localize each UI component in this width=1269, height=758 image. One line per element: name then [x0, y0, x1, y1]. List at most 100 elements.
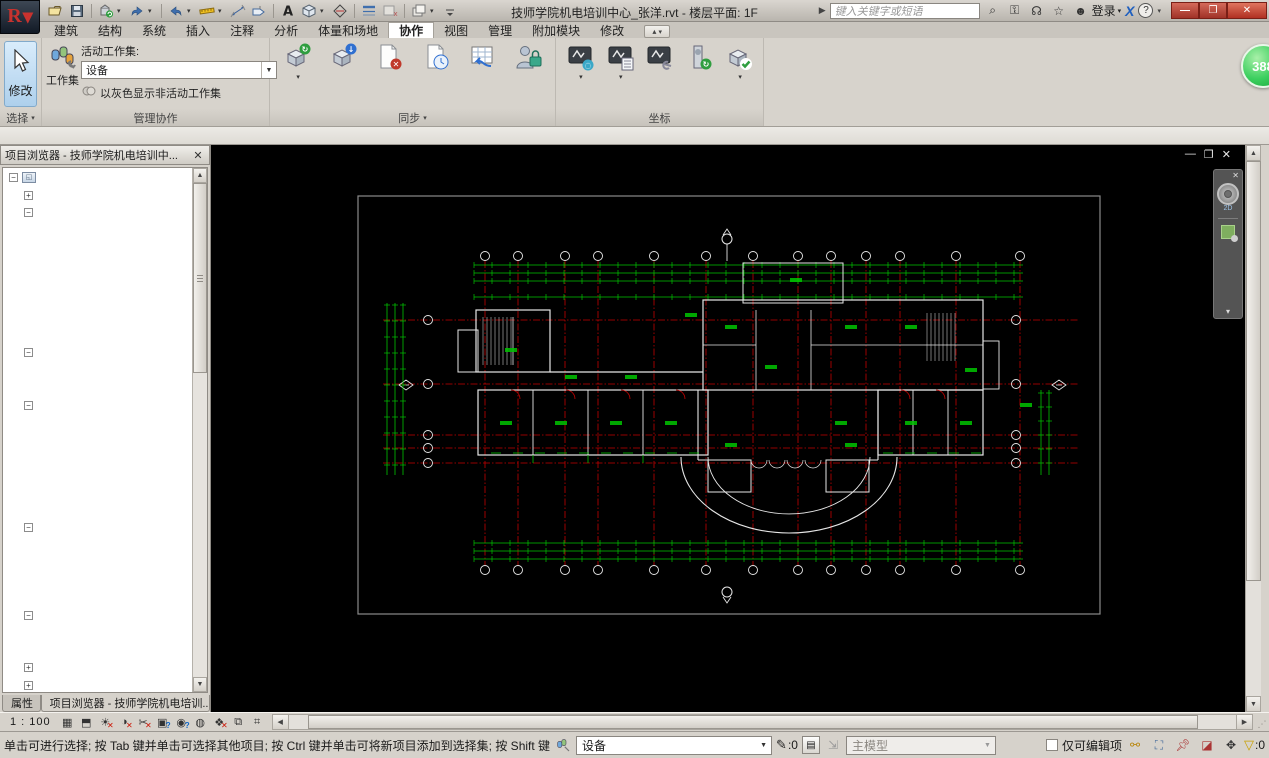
collapse-icon[interactable]: − — [9, 173, 18, 183]
browser-tree-item[interactable] — [3, 239, 192, 257]
browser-tree-item[interactable] — [3, 379, 192, 397]
browser-tree-item[interactable] — [3, 589, 192, 607]
select-underlay-icon[interactable]: ⛶ — [1150, 736, 1168, 754]
checkbox-icon[interactable] — [1045, 739, 1058, 751]
sync-central-button[interactable]: ↻ ▾ — [274, 41, 320, 81]
close-inactive-views-icon[interactable]: x — [380, 2, 400, 20]
redo-icon[interactable] — [166, 2, 186, 20]
select-pinned-icon[interactable]: 📌︎ — [1174, 736, 1192, 754]
worksharing-dialog-icon[interactable]: ▤ — [801, 736, 820, 754]
browser-tree-item[interactable]: + — [3, 659, 192, 677]
coordination-host-button[interactable]: ↻ — [679, 41, 719, 75]
browser-tree-item[interactable]: − — [3, 519, 192, 537]
view-scale-button[interactable]: 1 : 100 — [0, 716, 59, 728]
browser-tree-item[interactable] — [3, 222, 192, 240]
drawing-area[interactable]: — ❐ ✕ ✕ 2D ▾ — [211, 145, 1245, 712]
coordination-settings-button[interactable] — [640, 41, 680, 75]
shadows-off-icon[interactable]: ◑ ✕ — [116, 714, 133, 730]
view-minimize-icon[interactable]: — — [1185, 148, 1196, 161]
vertical-scrollbar[interactable]: ▲ ▼ — [1245, 145, 1261, 712]
project-browser-titlebar[interactable]: 项目浏览器 - 技师学院机电培训中... ✕ — [0, 145, 210, 165]
navbar-more-icon[interactable]: ▾ — [1226, 307, 1230, 318]
collapse-icon[interactable]: − — [24, 610, 33, 620]
section-icon[interactable] — [330, 2, 350, 20]
interference-check-button[interactable]: ▾ — [719, 41, 759, 81]
temporary-view-properties-icon[interactable]: ⧉ — [230, 714, 247, 730]
scroll-down-icon[interactable]: ▼ — [1246, 696, 1261, 712]
browser-tree-item[interactable]: + — [3, 187, 192, 205]
communication-center-icon[interactable]: ☊ — [1028, 3, 1046, 19]
tab-分析[interactable]: 分析 — [264, 22, 308, 38]
scroll-down-icon[interactable]: ▼ — [193, 677, 207, 692]
measure-icon[interactable] — [197, 2, 217, 20]
select-by-face-icon[interactable]: ◪ — [1198, 736, 1216, 754]
project-browser-scrollbar[interactable]: ▲ ▼ — [192, 168, 207, 692]
reload-latest-button[interactable]: ↓ — [320, 41, 366, 75]
browser-tree-item[interactable] — [3, 414, 192, 432]
restore-backup-button[interactable] — [459, 41, 505, 75]
project-browser-close-icon[interactable]: ✕ — [191, 149, 205, 162]
active-workset-select[interactable]: 设备 ▼ — [81, 61, 277, 79]
close-button[interactable]: ✕ — [1227, 2, 1267, 19]
scroll-up-icon[interactable]: ▲ — [193, 168, 207, 183]
search-icon[interactable]: ⌕ — [984, 3, 1002, 19]
tab-管理[interactable]: 管理 — [478, 22, 522, 38]
tab-协作[interactable]: 协作 — [388, 22, 435, 38]
browser-tree-item[interactable] — [3, 309, 192, 327]
tab-建筑[interactable]: 建筑 — [44, 22, 88, 38]
horizontal-scrollbar[interactable]: ◀ ▶ — [271, 714, 1253, 730]
restore-button[interactable]: ❐ — [1199, 2, 1227, 19]
browser-tree-item[interactable] — [3, 274, 192, 292]
tab-体量和场地[interactable]: 体量和场地 — [308, 22, 388, 38]
select-panel-label[interactable]: 选择 ▾ — [0, 109, 41, 126]
crop-view-off-icon[interactable]: ✂ ✕ — [135, 714, 152, 730]
browser-tree-item[interactable] — [3, 292, 192, 310]
browser-tree-item[interactable]: − ◱ — [3, 169, 192, 187]
browser-tree-item[interactable] — [3, 362, 192, 380]
browser-tree-item[interactable] — [3, 572, 192, 590]
collapse-icon[interactable]: − — [24, 400, 33, 410]
collapse-icon[interactable]: − — [24, 208, 33, 218]
gray-inactive-worksets-button[interactable]: 以灰色显示非活动工作集 — [81, 83, 277, 102]
design-options-select[interactable]: 主模型 ▼ — [845, 735, 996, 755]
default-3d-view-icon[interactable] — [299, 2, 319, 20]
relinquish-all-button[interactable]: ✕ — [366, 41, 412, 75]
editable-only-checkbox[interactable]: 仅可编辑项 — [1045, 737, 1122, 754]
tab-注释[interactable]: 注释 — [220, 22, 264, 38]
scrollbar-thumb[interactable] — [1246, 161, 1261, 581]
browser-tree-item[interactable]: − — [3, 204, 192, 222]
active-workset-status-select[interactable]: 设备 ▼ — [576, 735, 773, 755]
expand-icon[interactable]: + — [24, 680, 33, 690]
selection-filter-button[interactable]: ▽ :0 — [1244, 737, 1265, 753]
editing-requests-button[interactable]: ✎ :0 — [776, 737, 798, 753]
browser-tree-item[interactable] — [3, 554, 192, 572]
worksets-button[interactable]: 工作集 — [46, 41, 79, 87]
scroll-up-icon[interactable]: ▲ — [1246, 145, 1261, 161]
tab-结构[interactable]: 结构 — [88, 22, 132, 38]
palette-tab-properties[interactable]: 属性 — [2, 695, 41, 712]
infocenter-expand-icon[interactable]: ▶ — [819, 5, 826, 16]
synchronize-panel-label[interactable]: 同步 ▾ — [270, 109, 555, 126]
tag-by-category-icon[interactable] — [249, 2, 269, 20]
search-input[interactable]: 键入关键字或短语 — [829, 2, 980, 19]
browser-tree-item[interactable] — [3, 642, 192, 660]
select-links-icon[interactable]: ⚯ — [1126, 736, 1144, 754]
tab-附加模块[interactable]: 附加模块 — [522, 22, 590, 38]
ribbon-minimize-button[interactable]: ▴ ▾ — [644, 25, 671, 38]
browser-tree-item[interactable] — [3, 624, 192, 642]
zoom-tool-icon[interactable] — [1221, 225, 1238, 242]
browser-tree-item[interactable]: − — [3, 397, 192, 415]
browser-tree-item[interactable] — [3, 484, 192, 502]
text-icon[interactable]: A — [278, 2, 298, 20]
thin-lines-icon[interactable] — [359, 2, 379, 20]
show-crop-region-icon[interactable]: ▣? — [154, 714, 171, 730]
help-icon[interactable]: ? — [1138, 3, 1154, 18]
temporary-hide-isolate-icon[interactable]: ◍ — [192, 714, 209, 730]
scroll-right-icon[interactable]: ▶ — [1236, 715, 1252, 729]
minimize-button[interactable]: — — [1171, 2, 1199, 19]
exchange-apps-icon[interactable]: X — [1125, 3, 1134, 19]
favorites-star-icon[interactable]: ☆ — [1050, 3, 1068, 19]
coordination-review-button[interactable]: ▾ — [600, 41, 640, 81]
browser-tree-item[interactable]: + — [3, 677, 192, 693]
sync-with-central-icon[interactable] — [96, 2, 116, 20]
